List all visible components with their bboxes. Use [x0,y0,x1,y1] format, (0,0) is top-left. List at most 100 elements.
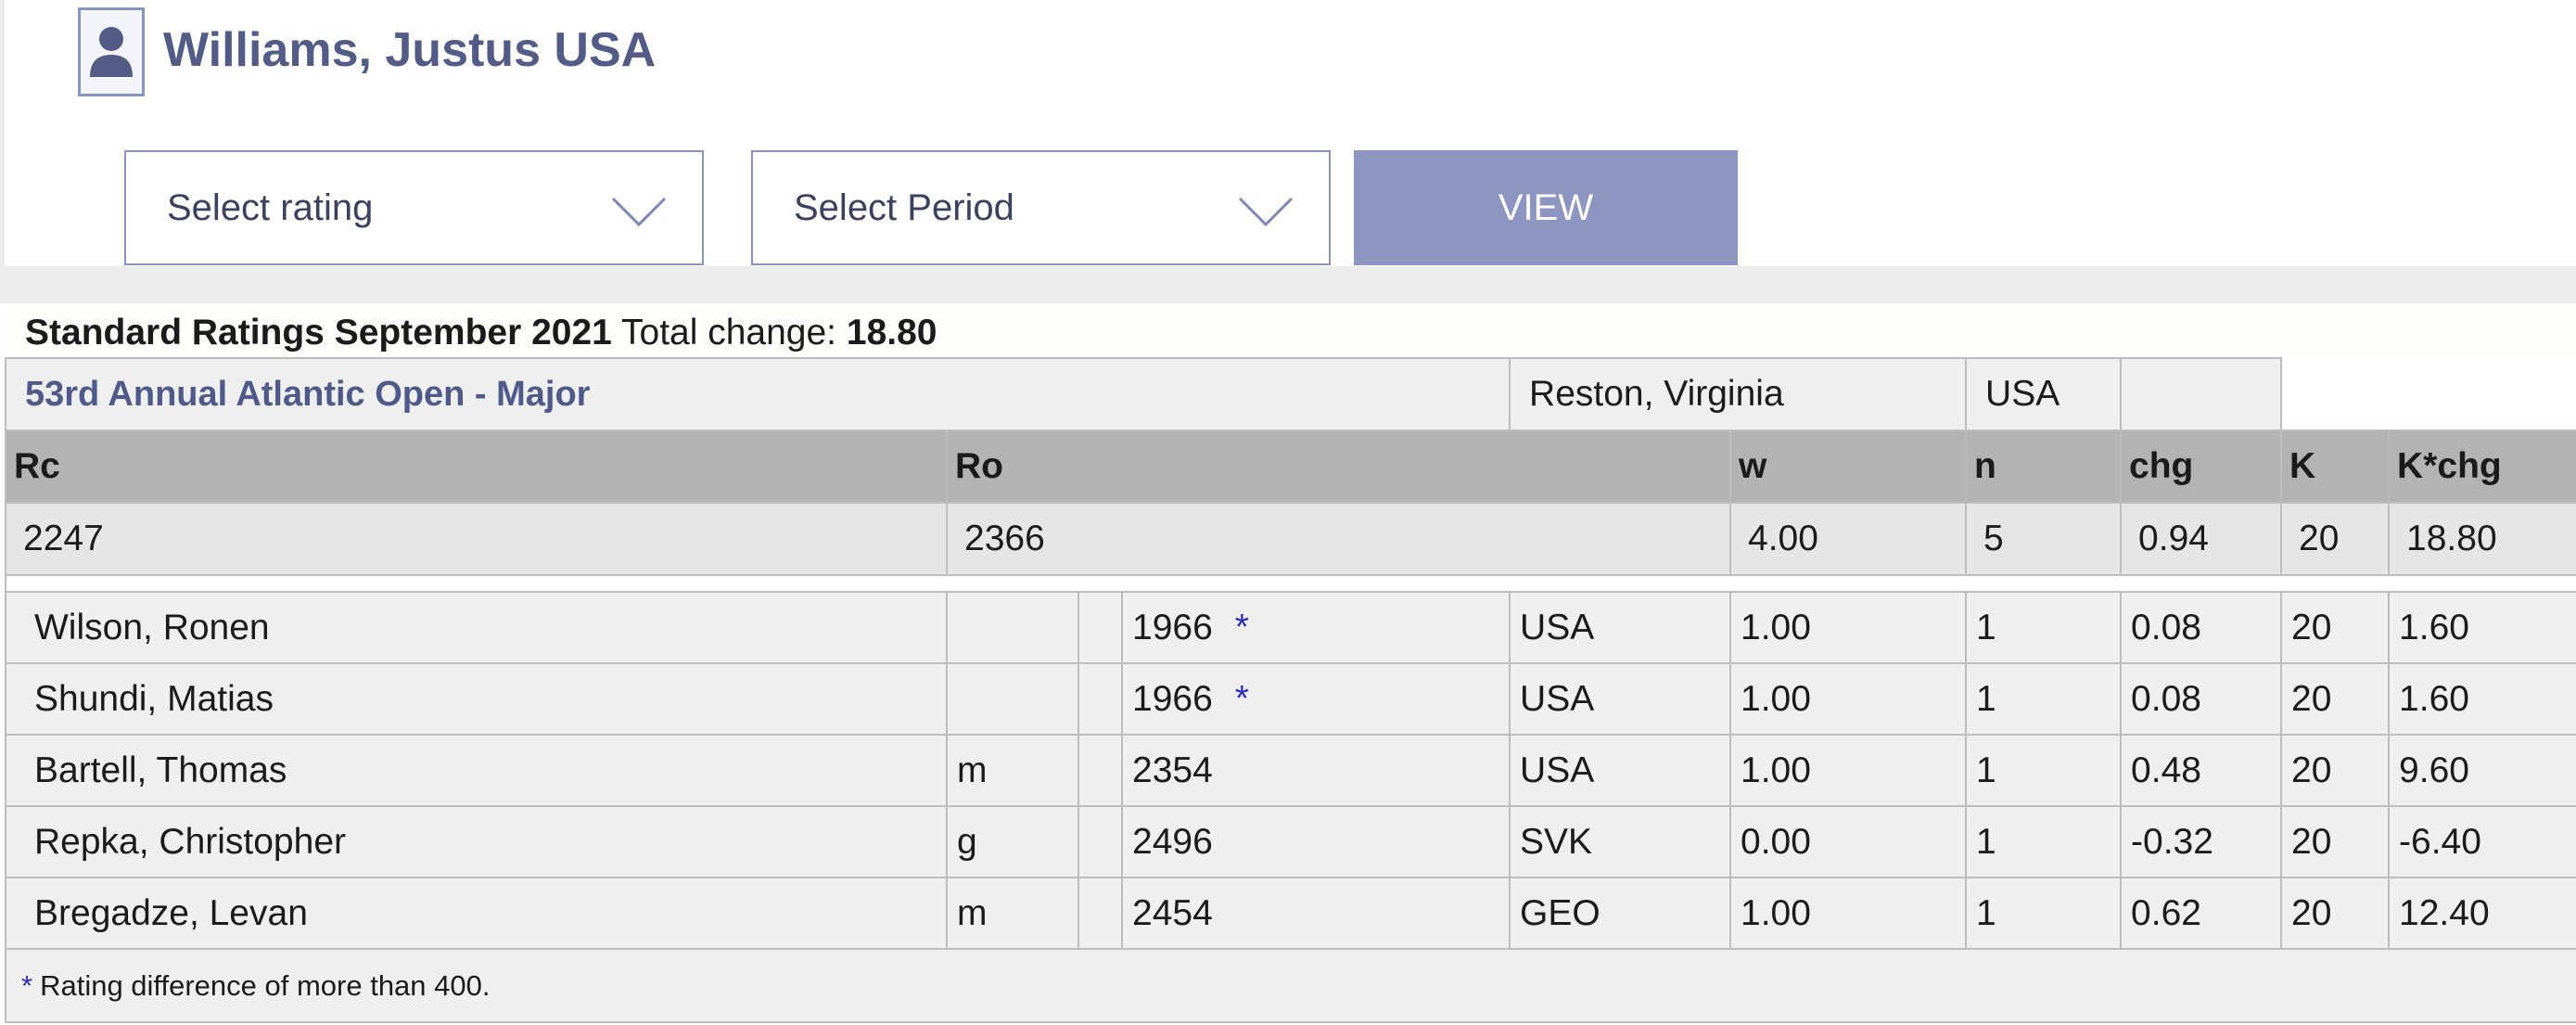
opponent-rating-cell: 1966 * [1120,662,1511,736]
opponent-name: Shundi, Matias [5,662,948,736]
opponent-rating: 2354 [1132,750,1213,790]
rating-calculation-table: 53rd Annual Atlantic Open - Major Reston… [4,357,2576,1023]
table-row: Bartell, Thomas m 2354 USA 1.00 1 0.48 2… [5,734,2576,807]
opponent-title [946,662,1079,736]
game-n: 1 [1965,734,2123,807]
table-row: Repka, Christopher g 2496 SVK 0.00 1 -0.… [5,805,2576,878]
select-period-dropdown[interactable]: Select Period [751,150,1331,265]
game-kchg: 9.60 [2388,734,2576,807]
game-k: 20 [2280,877,2391,950]
event-name-link[interactable]: 53rd Annual Atlantic Open - Major [4,357,1511,431]
chevron-down-icon [611,197,667,226]
summary-k: 20 [2280,502,2391,576]
opponent-federation: SVK [1509,805,1732,878]
select-rating-label: Select rating [167,187,374,228]
summary-ro: 2366 [945,502,1732,576]
event-row: 53rd Annual Atlantic Open - Major Reston… [4,357,2576,431]
total-change-value: 18.80 [846,313,937,352]
game-chg: 0.08 [2120,591,2283,664]
opponent-blank [1078,734,1123,807]
summary-chg: 0.94 [2120,502,2283,576]
column-header-k: K [2280,429,2391,504]
opponent-rating: 2454 [1132,892,1213,933]
opponent-federation: USA [1509,734,1732,807]
game-w: 1.00 [1729,591,1968,664]
game-chg: 0.48 [2120,734,2283,807]
column-header-rc: Rc [5,429,948,504]
opponent-rating: 1966 [1132,678,1213,719]
game-kchg: -6.40 [2388,805,2576,878]
footnote-star: * [21,968,33,1002]
opponent-name: Repka, Christopher [5,805,948,878]
opponent-rating-cell: 2454 [1120,877,1511,950]
game-chg: 0.62 [2120,877,2283,950]
column-header-row: Rc Ro w n chg K K*chg [5,429,2576,504]
game-w: 0.00 [1729,805,1968,878]
opponent-title: g [946,805,1079,878]
footnote: * Rating difference of more than 400. [4,948,2576,1023]
footnote-text: Rating difference of more than 400. [40,968,491,1002]
period-summary: Standard Ratings September 2021 Total ch… [5,303,2576,357]
game-w: 1.00 [1729,877,1968,950]
select-rating-dropdown[interactable]: Select rating [124,150,704,265]
rating-diff-star: * [1234,607,1249,647]
total-change-label: Total change: [621,313,837,352]
rating-diff-star: * [1234,678,1249,719]
summary-n: 5 [1965,502,2123,576]
opponent-federation: USA [1509,662,1732,736]
game-k: 20 [2280,662,2391,736]
column-header-n: n [1965,429,2123,504]
opponent-federation: USA [1509,591,1732,664]
opponent-name: Bartell, Thomas [5,734,948,807]
footnote-row: * Rating difference of more than 400. [4,948,2576,1023]
player-header: Williams, Justus USA Select rating Selec… [0,0,2576,343]
opponent-rating-cell: 2354 [1120,734,1511,807]
summary-kchg: 18.80 [2388,502,2576,576]
period-title: Standard Ratings September 2021 [25,313,612,352]
table-spacer [4,574,2576,593]
game-n: 1 [1965,591,2123,664]
opponent-federation: GEO [1509,877,1732,950]
opponent-blank [1078,805,1123,878]
user-icon [78,7,145,96]
section-divider [0,266,2576,303]
summary-w: 4.00 [1729,502,1968,576]
opponent-rating: 2496 [1132,821,1213,862]
column-header-ro: Ro [945,429,1732,504]
game-w: 1.00 [1729,734,1968,807]
player-name: Williams, Justus USA [163,23,657,77]
opponent-rating-cell: 1966 * [1120,591,1511,664]
table-row: Shundi, Matias 1966 * USA 1.00 1 0.08 20 … [5,662,2576,736]
column-header-kchg: K*chg [2388,429,2576,504]
opponent-name: Wilson, Ronen [5,591,948,664]
game-w: 1.00 [1729,662,1968,736]
table-row: Bregadze, Levan m 2454 GEO 1.00 1 0.62 2… [5,877,2576,950]
column-header-w: w [1729,429,1968,504]
game-kchg: 1.60 [2388,662,2576,736]
game-chg: -0.32 [2120,805,2283,878]
game-k: 20 [2280,805,2391,878]
opponent-blank [1078,877,1123,950]
opponent-blank [1078,662,1123,736]
game-n: 1 [1965,805,2123,878]
game-kchg: 1.60 [2388,591,2576,664]
game-n: 1 [1965,877,2123,950]
game-kchg: 12.40 [2388,877,2576,950]
table-row: Wilson, Ronen 1966 * USA 1.00 1 0.08 20 1… [5,591,2576,664]
game-n: 1 [1965,662,2123,736]
event-country: USA [1965,357,2123,431]
view-calculations-button[interactable]: VIEW CALCULATIONS [1354,150,1738,343]
opponent-title: m [946,877,1079,950]
opponent-title [946,591,1079,664]
event-row-blank [2281,358,2576,430]
event-location: Reston, Virginia [1509,357,1968,431]
summary-rc: 2247 [5,502,948,576]
summary-row: 2247 2366 4.00 5 0.94 20 18.80 [5,502,2576,576]
select-period-label: Select Period [794,187,1014,228]
game-k: 20 [2280,591,2391,664]
opponent-rating: 1966 [1132,607,1213,647]
opponent-name: Bregadze, Levan [5,877,948,950]
opponent-title: m [946,734,1079,807]
game-chg: 0.08 [2120,662,2283,736]
chevron-down-icon [1238,197,1294,226]
